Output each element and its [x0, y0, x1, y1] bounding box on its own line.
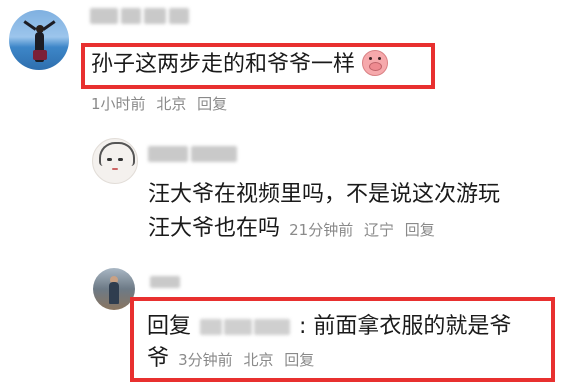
comment-location: 北京 — [156, 95, 187, 113]
reply-2-line-1: 回复 : 前面拿衣服的就是爷 — [147, 312, 511, 342]
avatar-figure-body — [109, 282, 119, 304]
reply-location: 北京 — [243, 351, 274, 369]
reply-time: 21分钟前 — [289, 221, 354, 239]
avatar-eye — [118, 158, 123, 161]
reply-time: 3分钟前 — [178, 351, 233, 369]
reply-button[interactable]: 回复 — [284, 351, 314, 369]
reply-1-line-2-row: 汪大爷也在吗 21分钟前 辽宁 回复 — [148, 214, 441, 244]
reply-1-line-2: 汪大爷也在吗 — [148, 216, 281, 241]
reply-2-meta: 3分钟前 北京 回复 — [178, 351, 320, 369]
avatar-figure-arm — [23, 20, 37, 31]
avatar-mouth — [112, 168, 118, 170]
reply-button[interactable]: 回复 — [405, 221, 435, 239]
avatar[interactable] — [93, 268, 135, 310]
reply-2-text: : 前面拿衣服的就是爷 — [299, 314, 512, 339]
avatar-eye — [107, 158, 112, 161]
avatar-figure-skirt — [33, 50, 47, 60]
reply-button[interactable]: 回复 — [197, 95, 227, 113]
comment-meta: 1小时前 北京 回复 — [91, 93, 233, 114]
reply-1-meta: 21分钟前 辽宁 回复 — [289, 221, 441, 239]
username-blurred[interactable] — [150, 276, 180, 288]
comment-time: 1小时前 — [91, 95, 146, 113]
avatar-hair — [99, 142, 135, 166]
username-blurred[interactable] — [200, 319, 291, 335]
reply-1-line-1: 汪大爷在视频里吗，不是说这次游玩 — [148, 182, 501, 207]
avatar[interactable] — [92, 138, 138, 184]
reply-2-line-2-row: 爷 3分钟前 北京 回复 — [147, 344, 320, 374]
username-blurred[interactable] — [148, 146, 237, 162]
username-blurred[interactable] — [90, 8, 189, 24]
avatar-figure-arm — [42, 20, 56, 31]
reply-2-line-2: 爷 — [147, 346, 170, 371]
pig-face-icon — [362, 50, 389, 76]
reply-prefix: 回复 — [147, 314, 192, 339]
comment-1-text: 孙子这两步走的和爷爷一样 — [91, 52, 356, 77]
reply-location: 辽宁 — [363, 221, 394, 239]
avatar[interactable] — [9, 10, 69, 70]
comment-text: 孙子这两步走的和爷爷一样 — [91, 50, 389, 80]
